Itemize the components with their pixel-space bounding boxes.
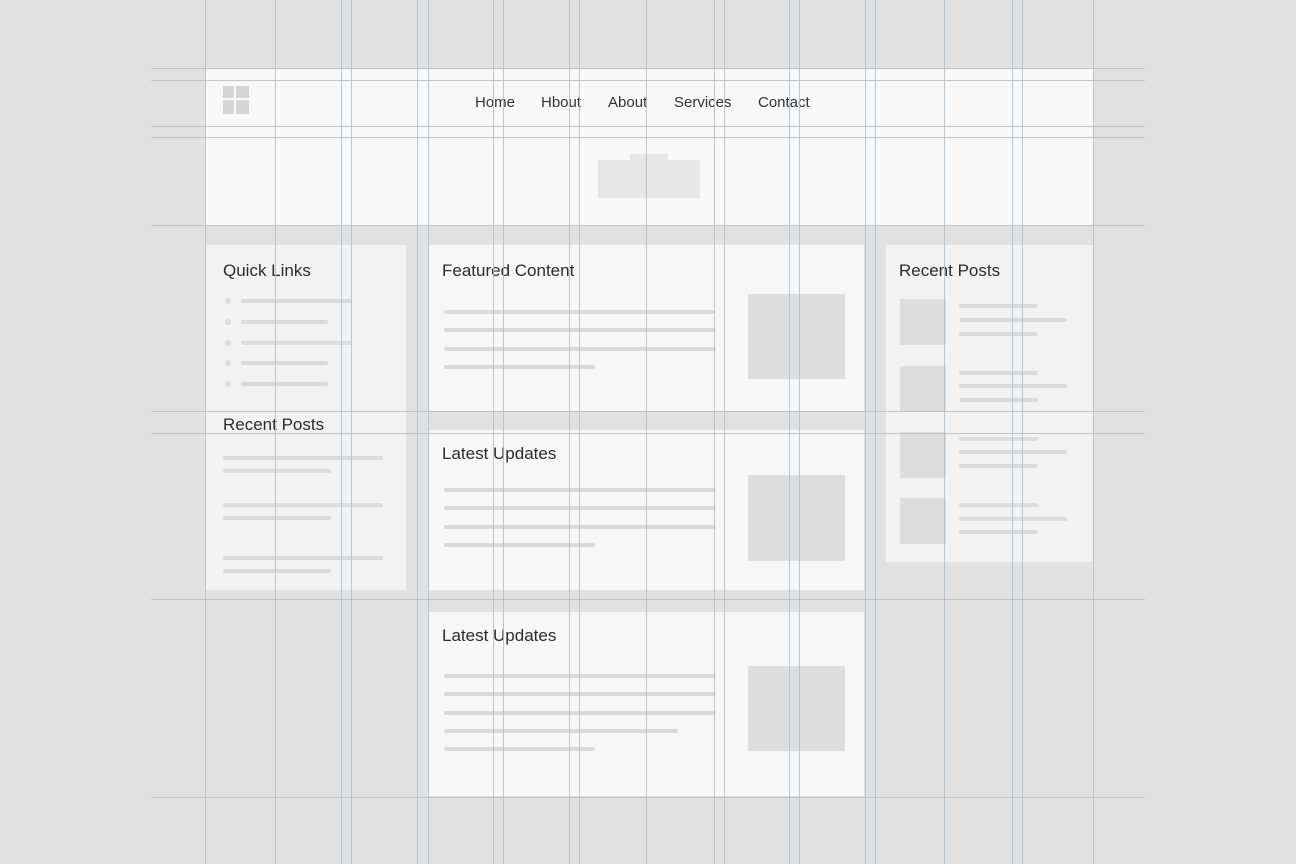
post-line-placeholder — [959, 503, 1038, 507]
horizontal-guide-line — [151, 225, 1145, 226]
featured-content-card: Featured Content — [428, 245, 864, 411]
nav-link-home[interactable]: Home — [475, 94, 515, 111]
bullet-icon — [225, 298, 231, 304]
nav-link-about[interactable]: About — [608, 94, 647, 111]
post-line-placeholder — [959, 517, 1067, 521]
post-line-placeholder — [959, 318, 1067, 322]
nav-link-contact[interactable]: Contact — [758, 94, 810, 111]
post-line-placeholder[interactable] — [223, 456, 383, 460]
text-line-placeholder — [444, 506, 716, 510]
post-line-placeholder — [223, 569, 331, 573]
post-line-placeholder — [959, 371, 1038, 375]
quick-link-placeholder[interactable] — [241, 320, 328, 324]
text-line-placeholder — [444, 747, 595, 751]
post-line-placeholder — [223, 516, 331, 520]
image-placeholder — [748, 475, 845, 561]
post-line-placeholder — [223, 469, 331, 473]
quick-link-placeholder[interactable] — [241, 382, 328, 386]
text-line-placeholder — [444, 692, 716, 696]
post-line-placeholder — [959, 450, 1067, 454]
right-recent-posts-title: Recent Posts — [899, 261, 1001, 280]
post-line-placeholder — [959, 464, 1038, 468]
horizontal-guide-line — [151, 797, 1145, 798]
post-line-placeholder[interactable] — [223, 556, 383, 560]
image-placeholder — [748, 294, 845, 379]
vertical-guide-line — [1093, 0, 1094, 864]
post-line-placeholder — [959, 304, 1038, 308]
left-recent-posts-title: Recent Posts — [223, 415, 325, 434]
post-line-placeholder — [959, 332, 1038, 336]
bullet-icon — [225, 360, 231, 366]
text-line-placeholder — [444, 543, 595, 547]
text-line-placeholder — [444, 310, 716, 314]
text-line-placeholder — [444, 365, 595, 369]
text-line-placeholder — [444, 328, 716, 332]
nav-link-hbout[interactable]: Hbout — [541, 94, 581, 111]
post-line-placeholder — [959, 437, 1038, 441]
text-line-placeholder — [444, 729, 678, 733]
post-thumbnail — [900, 432, 946, 478]
bullet-icon — [225, 319, 231, 325]
text-line-placeholder — [444, 711, 716, 715]
post-thumbnail — [900, 498, 946, 544]
text-line-placeholder — [444, 347, 716, 351]
quick-link-placeholder[interactable] — [241, 361, 328, 365]
post-thumbnail — [900, 299, 946, 345]
site-header: Home Hbout About Services Contact — [205, 68, 1093, 225]
nav-link-services[interactable]: Services — [674, 94, 732, 111]
card-title: Latest Updates — [442, 626, 557, 645]
left-sidebar: Quick Links Recent Posts — [205, 245, 406, 590]
latest-updates-card-2: Latest Updates — [428, 612, 864, 796]
text-line-placeholder — [444, 488, 716, 492]
quick-link-placeholder[interactable] — [241, 299, 352, 303]
image-placeholder — [748, 666, 845, 751]
quick-links-title: Quick Links — [223, 261, 311, 280]
card-title: Latest Updates — [442, 444, 557, 463]
bullet-icon — [225, 340, 231, 346]
text-line-placeholder — [444, 674, 716, 678]
post-line-placeholder — [959, 530, 1038, 534]
post-line-placeholder — [959, 384, 1067, 388]
bullet-icon — [225, 381, 231, 387]
text-line-placeholder — [444, 525, 716, 529]
card-title: Featured Content — [442, 261, 575, 280]
logo-grid-icon[interactable] — [223, 86, 249, 114]
post-line-placeholder[interactable] — [223, 503, 383, 507]
hero-placeholder-image — [598, 160, 700, 198]
horizontal-guide-line — [151, 599, 1145, 600]
quick-link-placeholder[interactable] — [241, 341, 352, 345]
right-sidebar: Recent Posts — [886, 245, 1093, 562]
post-thumbnail — [900, 366, 946, 412]
latest-updates-card-1: Latest Updates — [428, 430, 864, 590]
post-line-placeholder — [959, 398, 1038, 402]
